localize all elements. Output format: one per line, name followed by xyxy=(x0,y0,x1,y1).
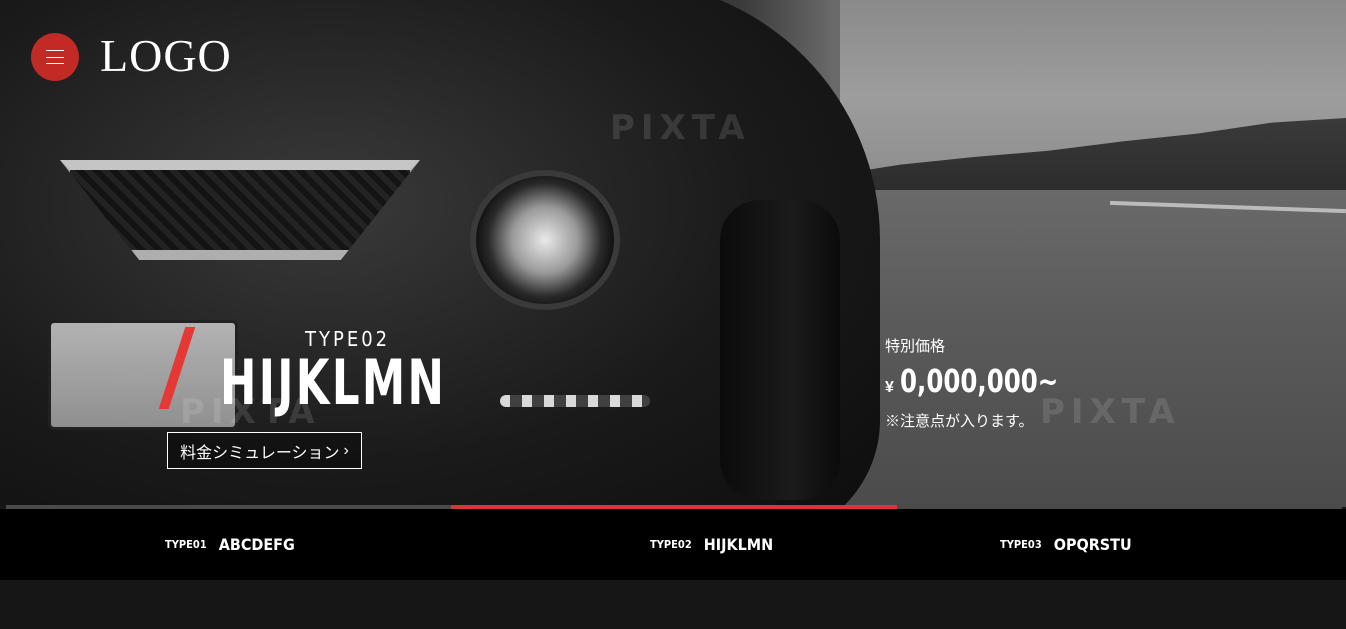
price-simulation-label: 料金シミュレーション xyxy=(180,444,340,462)
page-bottom-area xyxy=(0,580,1346,629)
currency-symbol: ¥ xyxy=(885,379,894,396)
site-logo[interactable]: LOGO xyxy=(100,33,232,79)
price-display: ¥ 0,000,000~ xyxy=(885,362,1086,400)
price-simulation-button[interactable]: 料金シミュレーション › xyxy=(167,432,362,469)
price-amount: 0,000,000~ xyxy=(899,362,1059,400)
price-note: ※注意点が入ります。 xyxy=(885,413,1034,430)
tab-type-label: TYPE02 xyxy=(650,538,692,551)
car-headlight xyxy=(470,170,620,310)
tab-type02[interactable]: TYPE02 HIJKLMN xyxy=(650,509,773,580)
watermark: PIXTA xyxy=(610,108,751,148)
tab-model-name: HIJKLMN xyxy=(703,535,774,554)
special-price-label: 特別価格 xyxy=(885,338,946,355)
tab-type-label: TYPE01 xyxy=(165,538,207,551)
model-tabs: TYPE01 ABCDEFG TYPE02 HIJKLMN TYPE03 OPQ… xyxy=(0,509,1346,580)
model-name-title: HIJKLMN xyxy=(220,346,447,419)
chevron-right-icon: › xyxy=(343,441,349,459)
tab-model-name: OPQRSTU xyxy=(1053,535,1132,554)
car-wheel xyxy=(720,200,840,500)
car-fog-lights xyxy=(500,395,650,407)
menu-button[interactable] xyxy=(31,33,79,81)
tab-type01[interactable]: TYPE01 ABCDEFG xyxy=(165,509,295,580)
tab-type-label: TYPE03 xyxy=(1000,538,1042,551)
tab-type03[interactable]: TYPE03 OPQRSTU xyxy=(1000,509,1132,580)
tab-model-name: ABCDEFG xyxy=(218,535,295,554)
hamburger-menu-icon xyxy=(46,50,64,64)
